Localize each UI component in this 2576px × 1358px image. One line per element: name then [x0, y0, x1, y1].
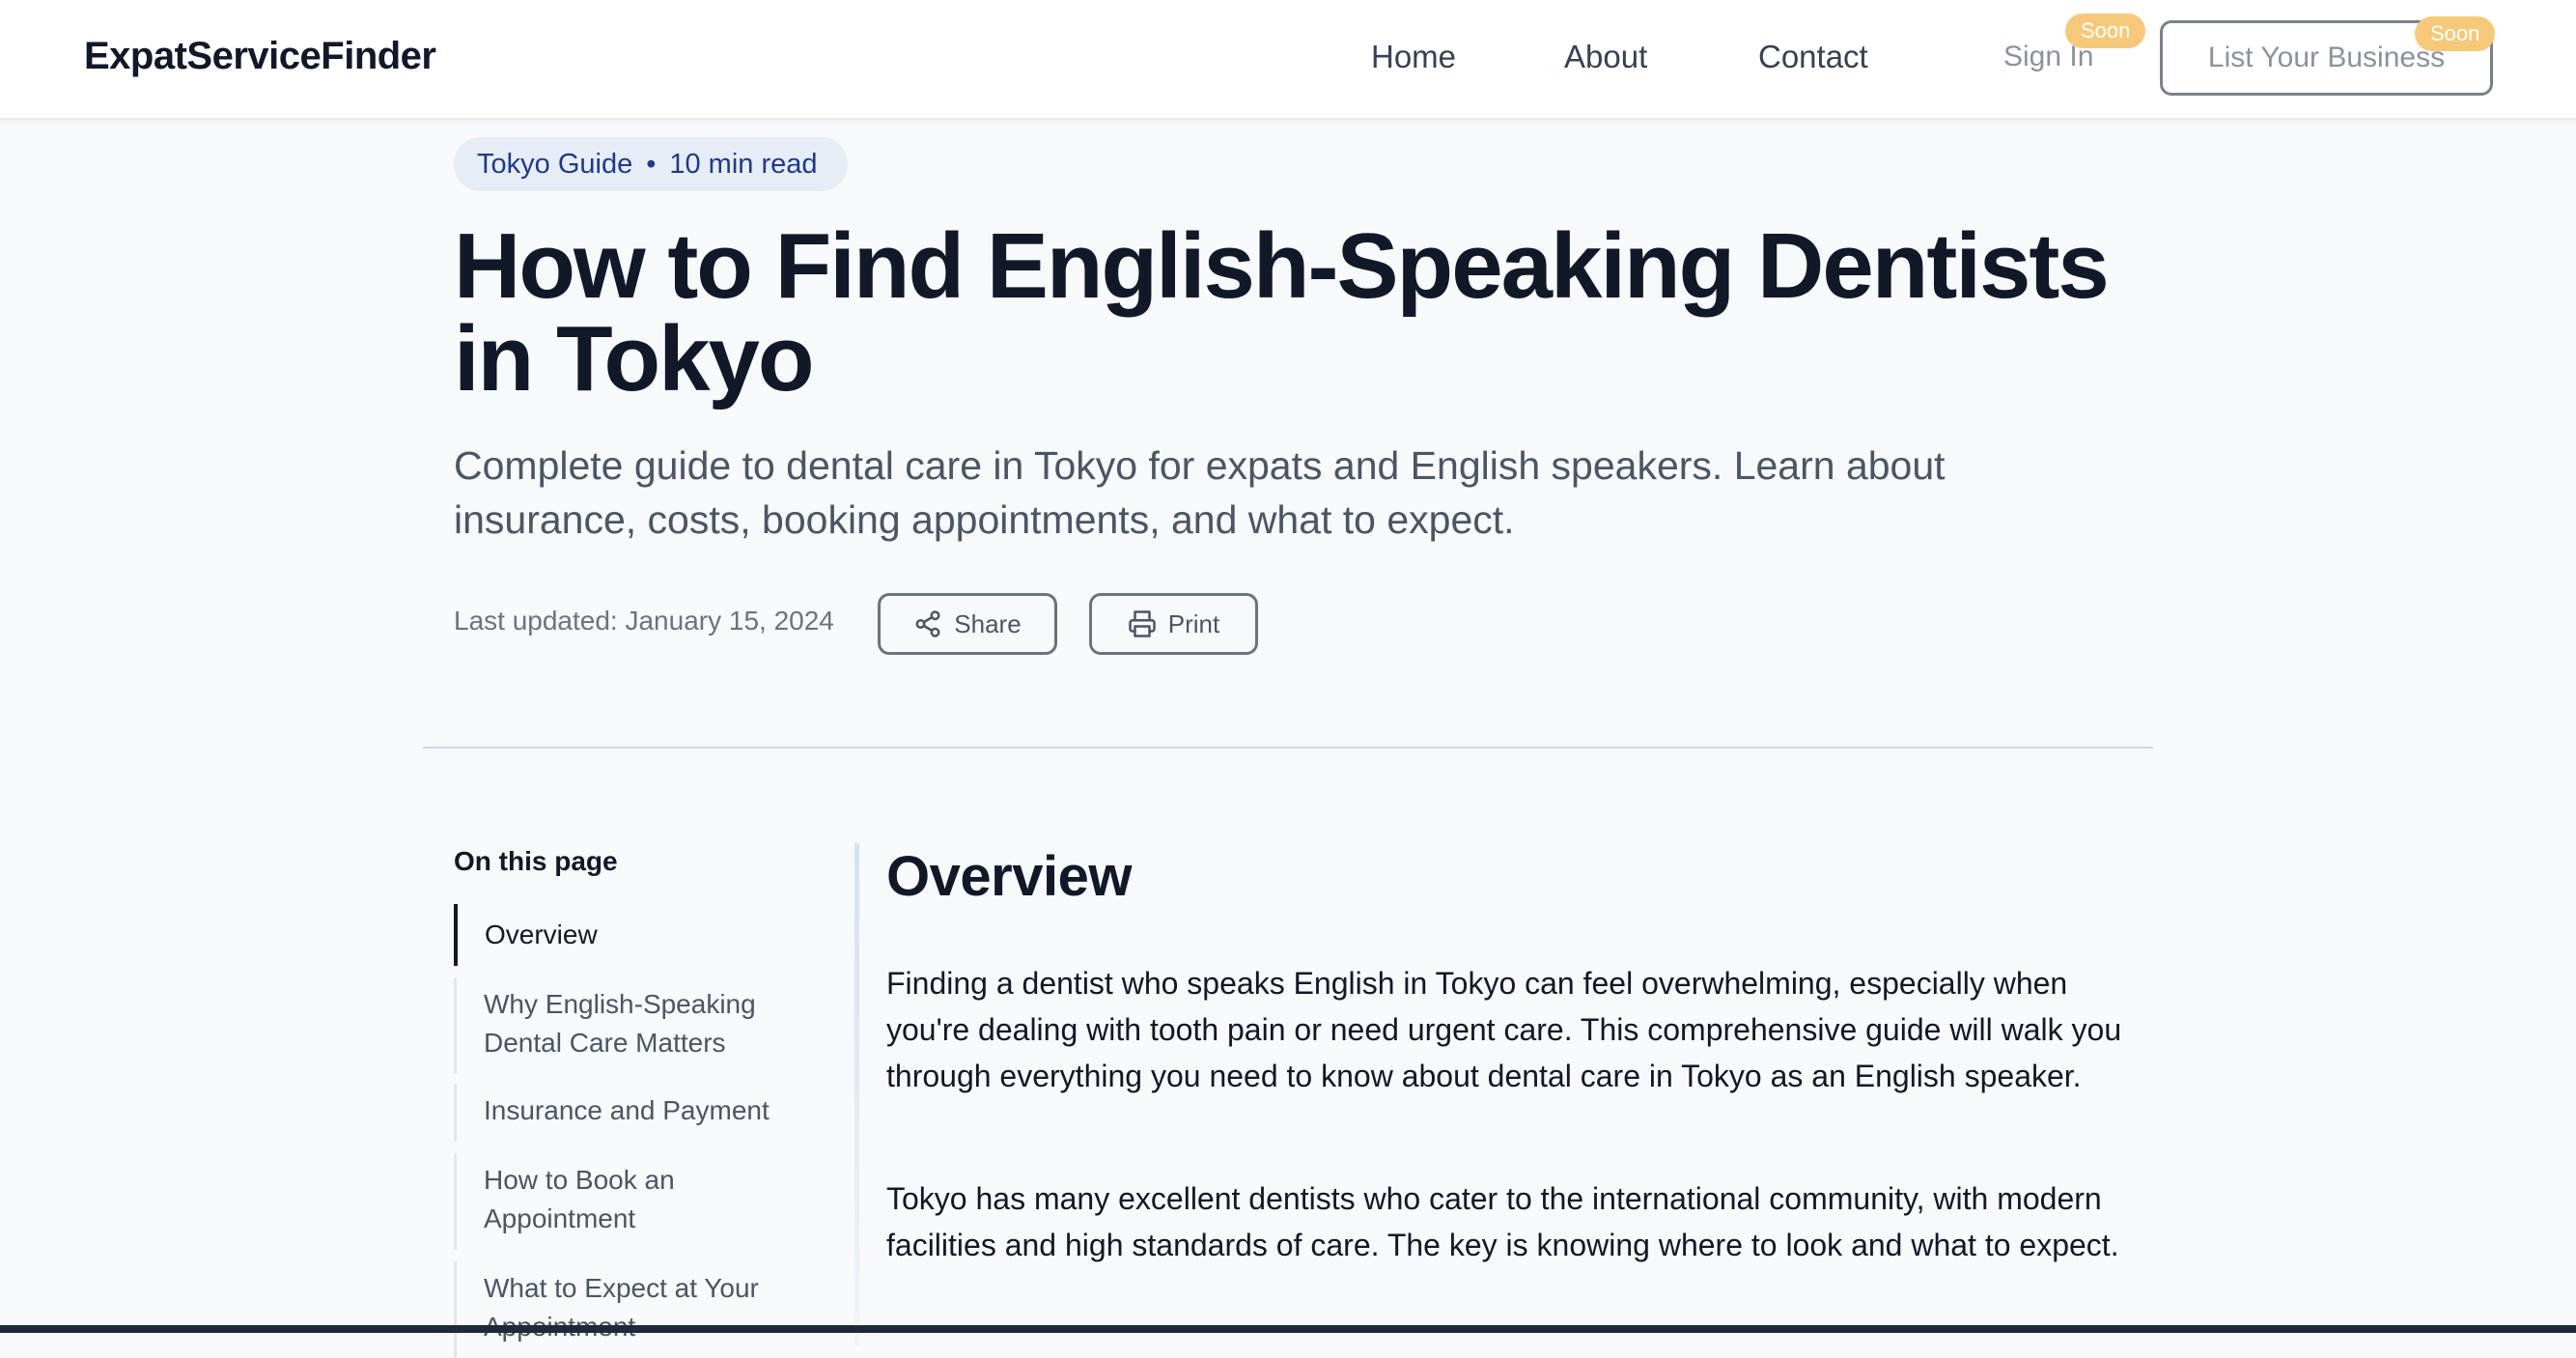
section-heading-overview: Overview [886, 845, 1132, 908]
window-bottom-edge [0, 1325, 2576, 1333]
print-label: Print [1167, 608, 1220, 638]
print-button[interactable]: Print [1089, 593, 1258, 655]
list-business-soon-badge: Soon [2415, 16, 2496, 51]
sign-in-soon-badge: Soon [2065, 14, 2146, 48]
read-time-label: 10 min read [669, 149, 818, 180]
share-icon [913, 609, 942, 638]
toc-item-book-appointment[interactable]: How to Book an Appointment [454, 1153, 801, 1250]
share-label: Share [954, 608, 1022, 638]
article-meta-badge: Tokyo Guide • 10 min read [454, 137, 848, 191]
share-button[interactable]: Share [878, 593, 1057, 655]
nav-link-contact[interactable]: Contact [1758, 39, 1868, 75]
header-divider [423, 747, 2153, 749]
category-label: Tokyo Guide [477, 149, 633, 180]
top-navbar: ExpatServiceFinder Home About Contact Si… [0, 0, 2576, 120]
article-subtitle: Complete guide to dental care in Tokyo f… [454, 443, 1946, 542]
meta-separator: • [646, 149, 657, 180]
printer-icon [1128, 609, 1157, 638]
toc-heading: On this page [454, 846, 618, 876]
content-accent-rule [854, 843, 859, 1345]
nav-link-home[interactable]: Home [1371, 39, 1456, 75]
article-title: How to Find English-Speaking Dentists in… [454, 214, 2110, 410]
overview-paragraph: Finding a dentist who speaks English in … [886, 966, 2122, 1093]
toc-item-why-english-dental-care[interactable]: Why English-Speaking Dental Care Matters [454, 977, 801, 1074]
nav-link-about[interactable]: About [1564, 39, 1647, 75]
toc-item-insurance-payment[interactable]: Insurance and Payment [454, 1084, 801, 1142]
site-logo[interactable]: ExpatServiceFinder [84, 35, 436, 78]
toc-item-overview[interactable]: Overview [454, 904, 801, 966]
last-updated-text: Last updated: January 15, 2024 [454, 606, 834, 636]
overview-paragraph: Tokyo has many excellent dentists who ca… [886, 1181, 2119, 1262]
toc-item-what-to-expect[interactable]: What to Expect at Your Appointment [454, 1261, 801, 1358]
